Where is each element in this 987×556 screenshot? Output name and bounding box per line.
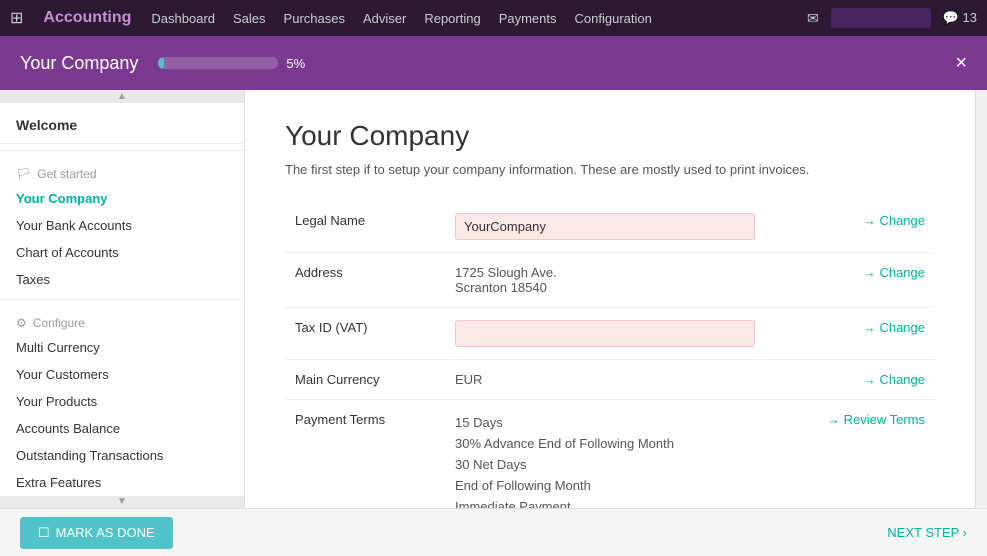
nav-adviser[interactable]: Adviser (363, 11, 406, 26)
change-legal-name-link[interactable]: → Change (863, 213, 925, 228)
sidebar-item-your-products[interactable]: Your Products (0, 388, 244, 415)
progress-label: 5% (286, 56, 305, 71)
sidebar-item-taxes[interactable]: Taxes (0, 266, 244, 293)
input-legal-name[interactable] (455, 213, 755, 240)
search-input[interactable] (831, 8, 931, 28)
sidebar-scroll-up[interactable]: ▲ (0, 90, 244, 103)
change-currency-link[interactable]: → Change (863, 372, 925, 387)
progress-bar-track (158, 57, 278, 69)
change-address-link[interactable]: → Change (863, 265, 925, 280)
label-payment-terms: Payment Terms (285, 400, 445, 509)
setup-modal: Your Company 5% × ▲ Welcome 🏳 Get starte… (0, 36, 987, 556)
sidebar-divider-2 (0, 299, 244, 300)
main-content: Your Company The first step if to setup … (245, 90, 975, 508)
app-grid-icon[interactable]: ⊞ (10, 8, 23, 28)
sidebar-item-accounts-balance[interactable]: Accounts Balance (0, 415, 244, 442)
sidebar-item-extra-features[interactable]: Extra Features (0, 469, 244, 496)
payment-term-1: 15 Days (455, 412, 805, 433)
progress-bar-fill (158, 57, 164, 69)
payment-term-3: 30 Net Days (455, 454, 805, 475)
label-currency: Main Currency (285, 360, 445, 400)
nav-purchases[interactable]: Purchases (284, 11, 345, 26)
gear-icon: ⚙ (16, 316, 27, 330)
page-description: The first step if to setup your company … (285, 162, 935, 177)
label-address: Address (285, 253, 445, 308)
table-row-address: Address 1725 Slough Ave.Scranton 18540 →… (285, 253, 935, 308)
modal-footer: ☐ MARK AS DONE NEXT STEP › (0, 508, 987, 556)
sidebar-item-your-customers[interactable]: Your Customers (0, 361, 244, 388)
nav-sales[interactable]: Sales (233, 11, 266, 26)
label-legal-name: Legal Name (285, 201, 445, 253)
next-step-button[interactable]: NEXT STEP › (887, 525, 967, 540)
chevron-down-icon: ▼ (117, 496, 127, 507)
table-row-legal-name: Legal Name → Change (285, 201, 935, 253)
table-row-currency: Main Currency EUR → Change (285, 360, 935, 400)
topbar-right: ✉ 💬 13 (807, 8, 977, 28)
main-scrollbar[interactable] (975, 90, 987, 508)
sidebar: ▲ Welcome 🏳 Get started Your Company You… (0, 90, 245, 508)
payment-term-5: Immediate Payment (455, 496, 805, 508)
modal-title: Your Company (20, 53, 138, 74)
change-tax-id-link[interactable]: → Change (863, 320, 925, 335)
page-title: Your Company (285, 120, 935, 152)
sidebar-welcome: Welcome (0, 103, 244, 144)
progress-bar-container: 5% (158, 56, 305, 71)
sidebar-configure-label: ⚙ Configure (0, 306, 244, 334)
modal-body: ▲ Welcome 🏳 Get started Your Company You… (0, 90, 987, 508)
modal-header: Your Company 5% × (0, 36, 987, 90)
sidebar-item-bank-accounts[interactable]: Your Bank Accounts (0, 212, 244, 239)
nav-dashboard[interactable]: Dashboard (151, 11, 215, 26)
table-row-tax-id: Tax ID (VAT) → Change (285, 308, 935, 360)
topbar: ⊞ Accounting Dashboard Sales Purchases A… (0, 0, 987, 36)
app-title: Accounting (43, 9, 131, 27)
table-row-payment-terms: Payment Terms 15 Days 30% Advance End of… (285, 400, 935, 509)
nav-reporting[interactable]: Reporting (424, 11, 480, 26)
sidebar-scroll-down[interactable]: ▼ (0, 496, 244, 509)
sidebar-item-outstanding-transactions[interactable]: Outstanding Transactions (0, 442, 244, 469)
nav-configuration[interactable]: Configuration (575, 11, 652, 26)
company-info-table: Legal Name → Change Address 1725 Slough … (285, 201, 935, 508)
review-terms-link[interactable]: → Review Terms (827, 412, 925, 427)
sidebar-item-your-company[interactable]: Your Company (0, 185, 244, 212)
nav-payments[interactable]: Payments (499, 11, 557, 26)
chat-icon[interactable]: 💬 13 (943, 10, 977, 26)
value-currency: EUR (445, 360, 815, 400)
payment-term-4: End of Following Month (455, 475, 805, 496)
modal-close-button[interactable]: × (955, 52, 967, 75)
sidebar-get-started-label: 🏳 Get started (0, 157, 244, 185)
checkbox-icon: ☐ (38, 525, 50, 541)
input-tax-id[interactable] (455, 320, 755, 347)
flag-icon: 🏳 (16, 167, 31, 181)
value-address: 1725 Slough Ave.Scranton 18540 (445, 253, 815, 308)
sidebar-item-chart-of-accounts[interactable]: Chart of Accounts (0, 239, 244, 266)
value-payment-terms: 15 Days 30% Advance End of Following Mon… (445, 400, 815, 509)
mark-as-done-button[interactable]: ☐ MARK AS DONE (20, 517, 173, 549)
payment-term-2: 30% Advance End of Following Month (455, 433, 805, 454)
label-tax-id: Tax ID (VAT) (285, 308, 445, 360)
sidebar-divider-1 (0, 150, 244, 151)
mail-icon[interactable]: ✉ (807, 10, 819, 27)
chevron-up-icon: ▲ (117, 91, 127, 102)
top-nav: Dashboard Sales Purchases Adviser Report… (151, 11, 787, 26)
sidebar-item-multi-currency[interactable]: Multi Currency (0, 334, 244, 361)
